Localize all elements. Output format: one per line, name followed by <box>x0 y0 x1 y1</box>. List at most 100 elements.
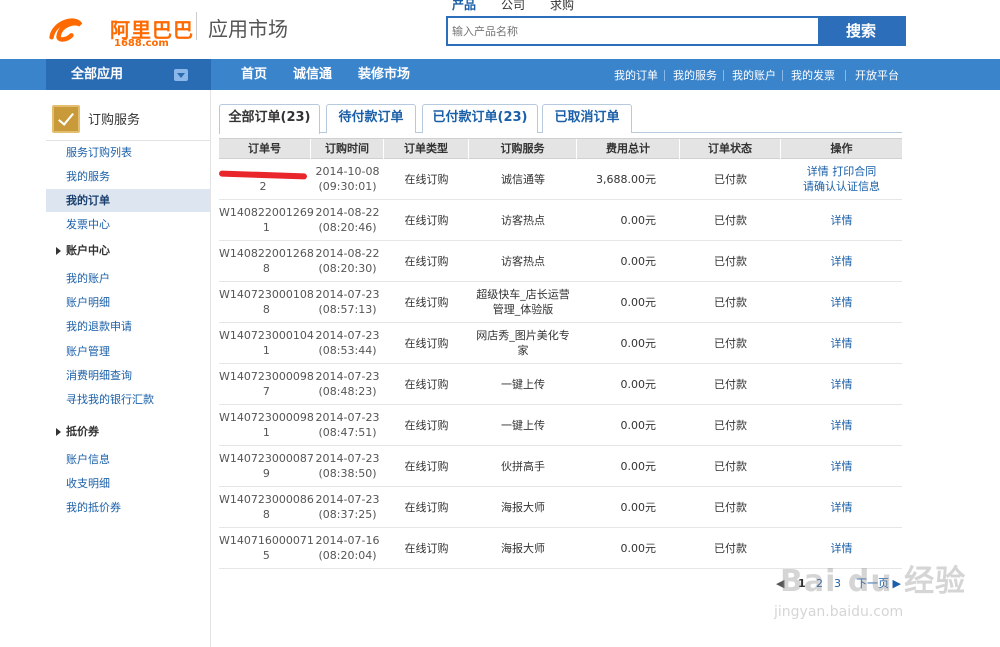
next-page-button[interactable]: 下一页 ▶ <box>856 576 901 592</box>
order-number-line: W140723000108 <box>219 288 314 301</box>
table-row: W140723000108 8 2014-07-23 (08:57:13) 在线订购 超级… <box>219 282 902 323</box>
search-tab-company[interactable]: 公司 <box>501 0 525 13</box>
details-link[interactable]: 详情 <box>831 542 853 555</box>
nav-home[interactable]: 首页 <box>241 59 267 90</box>
order-status: 已付款 <box>714 377 747 391</box>
order-actions-cell: 详情 <box>781 446 902 486</box>
details-link[interactable]: 详情 <box>831 378 853 391</box>
order-service-cell: 超级快车_店长运营管理_体验版 <box>469 282 577 322</box>
nav-decoration-market[interactable]: 装修市场 <box>358 59 410 90</box>
confirm-certification-link[interactable]: 请确认认证信息 <box>803 180 880 193</box>
details-link[interactable]: 详情 <box>831 460 853 473</box>
details-link[interactable]: 详情 <box>807 165 829 178</box>
page-number[interactable]: 3 <box>834 576 841 592</box>
order-type-cell: 在线订购 <box>384 528 469 568</box>
order-status: 已付款 <box>714 213 747 227</box>
order-time-cell: 2014-08-22 (08:20:30) <box>311 241 384 281</box>
order-number-line: 1 <box>262 344 270 357</box>
sidebar-item-account-info[interactable]: 账户信息 <box>46 448 210 471</box>
sidebar-item-refund-requests[interactable]: 我的退款申请 <box>46 315 210 338</box>
nav-chengxintong[interactable]: 诚信通 <box>293 59 332 90</box>
sidebar-item-account-management[interactable]: 账户管理 <box>46 340 210 363</box>
order-fee-cell: 0.00元 <box>577 241 680 281</box>
order-clock: (08:47:51) <box>318 426 377 439</box>
sidebar-item-find-bank-transfer[interactable]: 寻找我的银行汇款 <box>46 388 210 411</box>
order-number-line: 9 <box>262 467 270 480</box>
search-tab-product[interactable]: 产品 <box>452 0 476 13</box>
order-service-cell: 一键上传 <box>469 405 577 445</box>
sidebar-group-label: 抵价券 <box>66 425 99 438</box>
order-fee-cell: 0.00元 <box>577 446 680 486</box>
search-input[interactable] <box>448 18 820 44</box>
details-link[interactable]: 详情 <box>831 501 853 514</box>
table-row: W140822001268 8 2014-08-22 (08:20:30) 在线订购 访客… <box>219 241 902 282</box>
order-date: 2014-07-23 <box>315 452 380 465</box>
order-date: 2014-10-08 <box>315 165 380 178</box>
all-apps-dropdown[interactable]: 全部应用 <box>46 59 211 90</box>
sidebar-item-my-vouchers[interactable]: 我的抵价券 <box>46 496 210 519</box>
prev-page-button[interactable]: ◀ <box>776 576 784 592</box>
triangle-right-icon <box>56 247 61 255</box>
header: 阿里巴巴 1688.com 应用市场 产品 公司 求购 搜索 <box>0 0 1000 59</box>
details-link[interactable]: 详情 <box>831 214 853 227</box>
details-link[interactable]: 详情 <box>831 419 853 432</box>
order-time-cell: 2014-07-23 (08:48:23) <box>311 364 384 404</box>
triangle-right-icon <box>56 428 61 436</box>
column-header: 订单类型 <box>384 139 469 159</box>
tab-pending-payment[interactable]: 待付款订单 <box>326 104 416 133</box>
sidebar-item-income-expense[interactable]: 收支明细 <box>46 472 210 495</box>
order-type: 在线订购 <box>404 541 449 555</box>
order-status-cell: 已付款 <box>680 323 781 363</box>
order-type: 在线订购 <box>404 500 449 514</box>
sidebar-item-spending-query[interactable]: 消费明细查询 <box>46 364 210 387</box>
nav-my-account[interactable]: 我的账户 <box>732 59 776 90</box>
nav-open-platform[interactable]: 开放平台 <box>855 59 899 90</box>
page-number[interactable]: 2 <box>816 576 823 592</box>
order-service: 诚信通等 <box>501 172 545 186</box>
order-number-cell: W140723000086 8 <box>219 487 314 527</box>
sidebar-item-account-details[interactable]: 账户明细 <box>46 291 210 314</box>
sidebar-item-my-services[interactable]: 我的服务 <box>46 165 210 188</box>
order-date: 2014-07-16 <box>315 534 380 547</box>
order-time: 2014-07-23 (08:57:13) <box>316 287 380 317</box>
order-type: 在线订购 <box>404 213 449 227</box>
order-service-cell: 访客热点 <box>469 241 577 281</box>
sidebar-group-account-center[interactable]: 账户中心 <box>46 241 210 261</box>
page-number-current: 1 <box>798 577 806 590</box>
search-button[interactable]: 搜索 <box>818 18 904 44</box>
sidebar-item-my-account[interactable]: 我的账户 <box>46 267 210 290</box>
order-service-cell: 海报大师 <box>469 528 577 568</box>
tab-paid-orders[interactable]: 已付款订单(23) <box>422 104 538 133</box>
order-fee: 0.00元 <box>620 295 657 309</box>
order-status: 已付款 <box>714 254 747 268</box>
sidebar-item-invoice-center[interactable]: 发票中心 <box>46 213 210 236</box>
checkmark-icon <box>52 105 80 133</box>
column-header: 订单号 <box>219 139 311 159</box>
nav-my-orders[interactable]: 我的订单 <box>614 59 658 90</box>
order-fee-cell: 3,688.00元 <box>577 159 680 199</box>
details-link[interactable]: 详情 <box>831 255 853 268</box>
table-row: W140723000098 1 2014-07-23 (08:47:51) 在线订购 一键… <box>219 405 902 446</box>
sidebar-group-vouchers[interactable]: 抵价券 <box>46 422 210 442</box>
order-status: 已付款 <box>714 459 747 473</box>
order-date: 2014-07-23 <box>315 411 380 424</box>
details-link[interactable]: 详情 <box>831 337 853 350</box>
order-service-cell: 访客热点 <box>469 200 577 240</box>
alibaba-logo[interactable]: 阿里巴巴 1688.com <box>48 8 198 49</box>
order-type-cell: 在线订购 <box>384 282 469 322</box>
order-time: 2014-07-23 (08:38:50) <box>316 451 380 481</box>
order-clock: (08:38:50) <box>318 467 377 480</box>
nav-my-services[interactable]: 我的服务 <box>673 59 717 90</box>
sidebar-item-my-orders[interactable]: 我的订单 <box>46 189 210 212</box>
tab-cancelled-orders[interactable]: 已取消订单 <box>542 104 632 133</box>
order-number: W140723000108 8 <box>219 287 314 317</box>
search-tab-buying[interactable]: 求购 <box>550 0 574 13</box>
print-contract-link[interactable]: 打印合同 <box>832 165 876 178</box>
order-fee-cell: 0.00元 <box>577 405 680 445</box>
details-link[interactable]: 详情 <box>831 296 853 309</box>
order-actions: 详情 <box>831 377 853 392</box>
sidebar-item-service-list[interactable]: 服务订购列表 <box>46 141 210 164</box>
tab-all-orders[interactable]: 全部订单(23) <box>219 104 320 134</box>
order-status: 已付款 <box>714 418 747 432</box>
nav-my-invoices[interactable]: 我的发票 <box>791 59 835 90</box>
